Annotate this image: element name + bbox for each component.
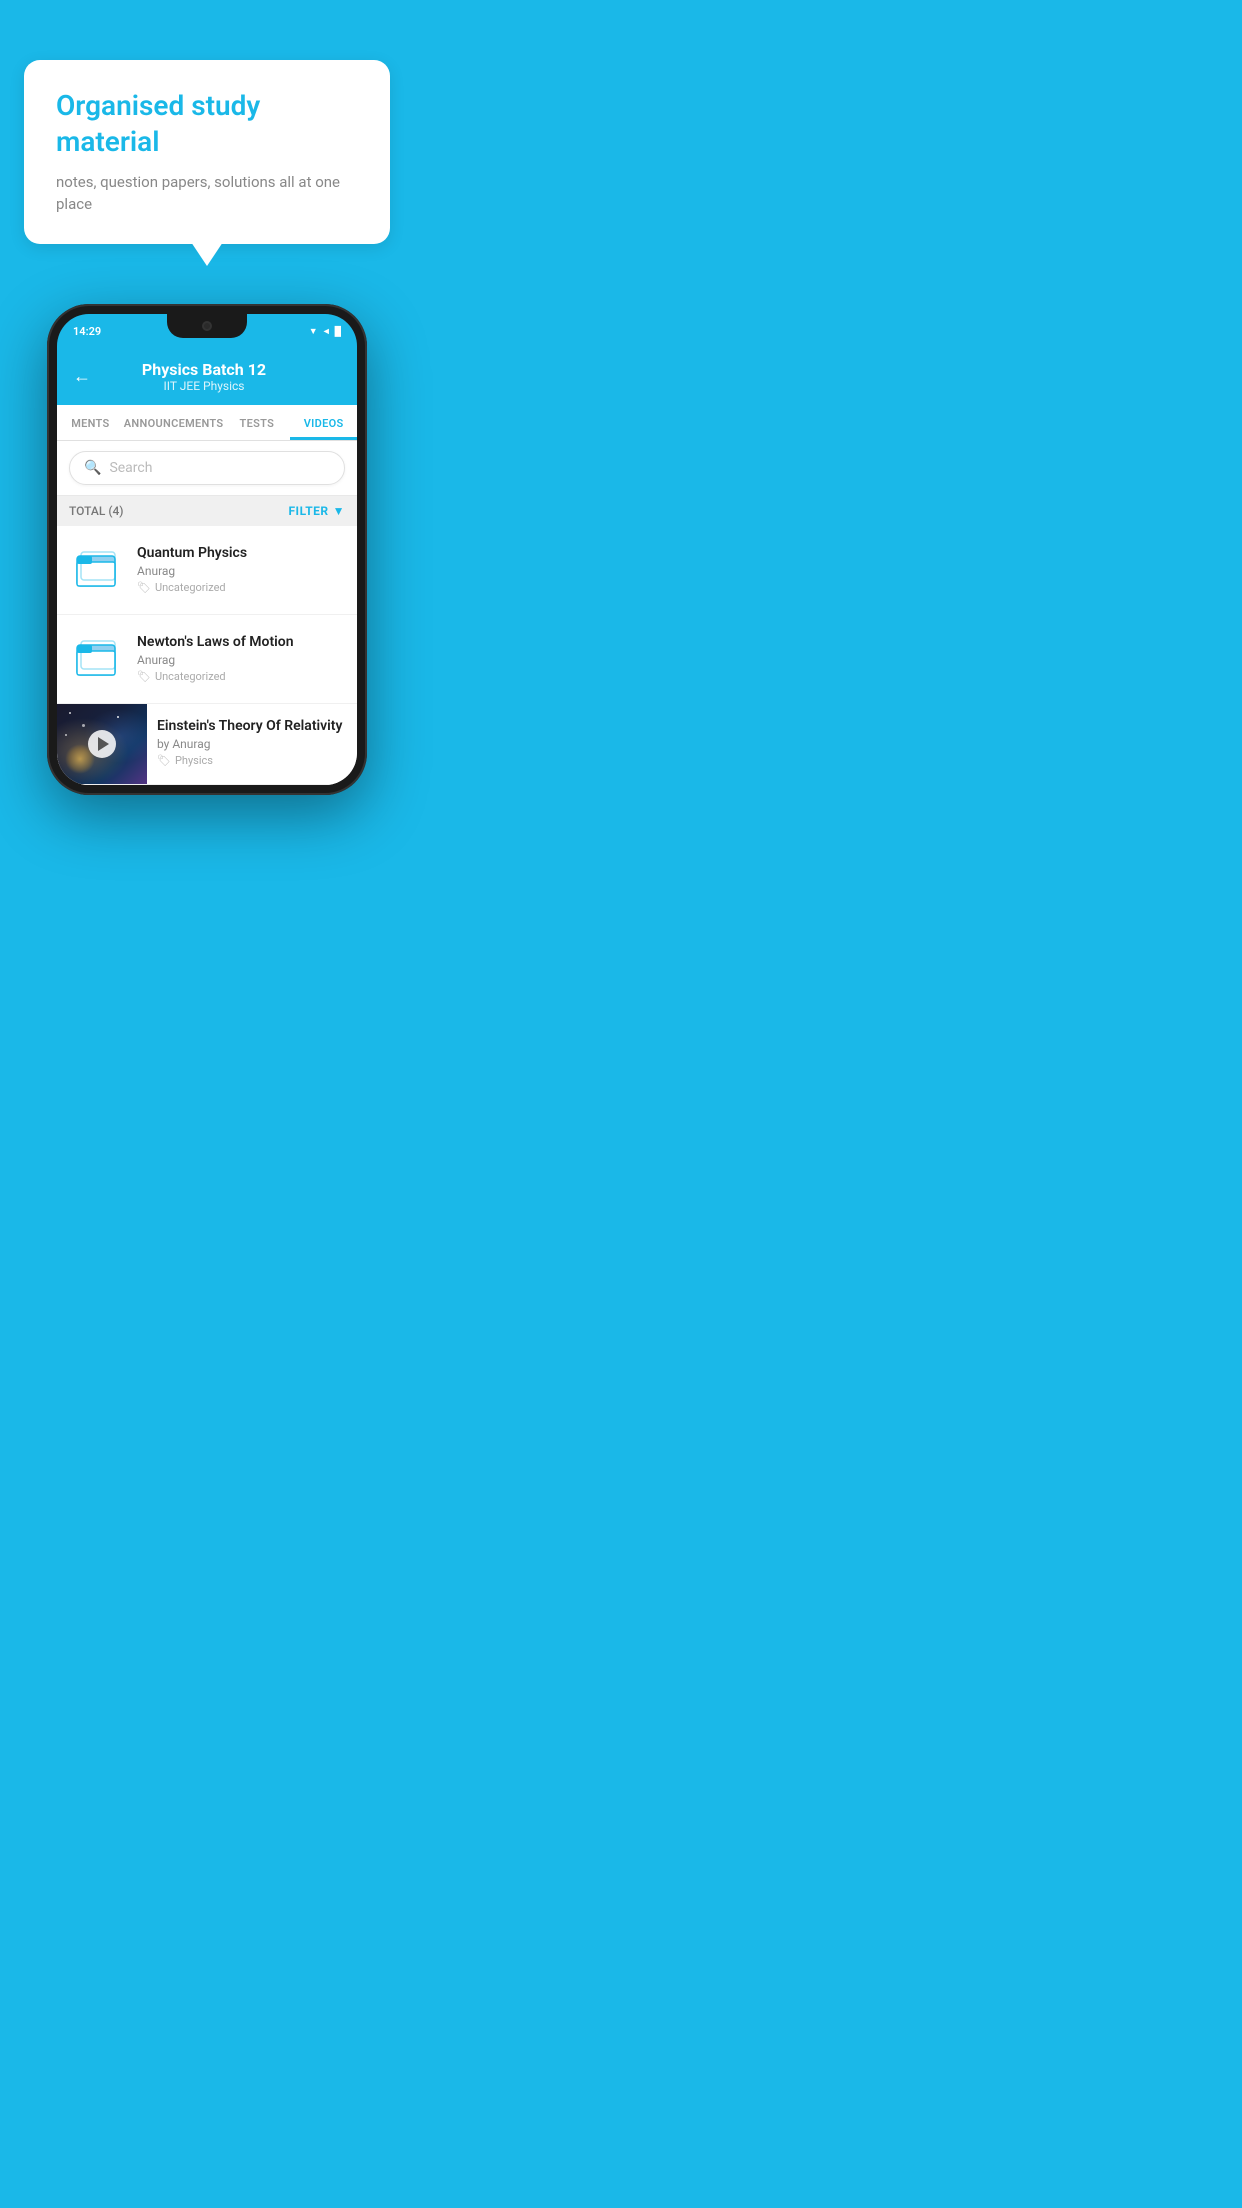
app-screen: ← Physics Batch 12 IIT JEE Physics MENTS… — [57, 350, 357, 785]
tag-icon: 🏷 — [157, 754, 171, 767]
list-item[interactable]: Quantum Physics Anurag 🏷 Uncategorized — [57, 526, 357, 615]
tag-label: Uncategorized — [155, 670, 226, 683]
search-placeholder: Search — [109, 460, 152, 476]
star-decoration — [117, 716, 119, 718]
wifi-icon: ▼ — [309, 326, 318, 337]
star-decoration — [65, 734, 67, 736]
video-tag: 🏷 Uncategorized — [137, 581, 345, 594]
list-item[interactable]: Einstein's Theory Of Relativity by Anura… — [57, 704, 357, 785]
tag-icon: 🏷 — [137, 670, 151, 683]
phone-mockup: 14:29 ▼ ◄ █ ← Physics Batch 12 IIT JEE P… — [47, 304, 367, 795]
signal-icon: ◄ — [322, 326, 331, 337]
video-info: Quantum Physics Anurag 🏷 Uncategorized — [137, 545, 345, 594]
video-title: Quantum Physics — [137, 545, 345, 561]
header-title: Physics Batch 12 — [103, 360, 305, 379]
folder-thumbnail — [69, 631, 125, 687]
tabs-bar: MENTS ANNOUNCEMENTS TESTS VIDEOS — [57, 405, 357, 441]
tab-videos[interactable]: VIDEOS — [290, 405, 357, 440]
battery-icon: █ — [335, 326, 341, 337]
video-tag: 🏷 Physics — [157, 754, 347, 767]
tab-announcements[interactable]: ANNOUNCEMENTS — [124, 405, 224, 440]
tag-icon: 🏷 — [137, 581, 151, 594]
filter-button[interactable]: FILTER ▼ — [288, 504, 345, 518]
promo-title: Organised study material — [56, 88, 358, 161]
tag-label: Physics — [175, 754, 213, 767]
search-input-wrapper[interactable]: 🔍 Search — [69, 451, 345, 485]
camera-icon — [202, 321, 212, 331]
video-tag: 🏷 Uncategorized — [137, 670, 345, 683]
video-info: Newton's Laws of Motion Anurag 🏷 Uncateg… — [137, 634, 345, 683]
filter-bar: TOTAL (4) FILTER ▼ — [57, 496, 357, 526]
status-icons: ▼ ◄ █ — [309, 326, 341, 337]
tag-label: Uncategorized — [155, 581, 226, 594]
search-container: 🔍 Search — [57, 441, 357, 496]
search-icon: 🔍 — [84, 460, 101, 476]
app-header: ← Physics Batch 12 IIT JEE Physics — [57, 350, 357, 405]
video-list: Quantum Physics Anurag 🏷 Uncategorized — [57, 526, 357, 785]
video-title: Newton's Laws of Motion — [137, 634, 345, 650]
speech-bubble: Organised study material notes, question… — [24, 60, 390, 244]
video-info: Einstein's Theory Of Relativity by Anura… — [147, 704, 357, 781]
tab-ments[interactable]: MENTS — [57, 405, 124, 440]
promo-section: Organised study material notes, question… — [0, 0, 414, 244]
list-item[interactable]: Newton's Laws of Motion Anurag 🏷 Uncateg… — [57, 615, 357, 704]
header-subtitle: IIT JEE Physics — [103, 379, 305, 393]
filter-label: FILTER — [288, 504, 328, 518]
folder-thumbnail — [69, 542, 125, 598]
header-title-group: Physics Batch 12 IIT JEE Physics — [103, 360, 305, 393]
star-decoration — [82, 724, 85, 727]
play-button[interactable] — [88, 730, 116, 758]
video-title: Einstein's Theory Of Relativity — [157, 718, 347, 734]
video-author: Anurag — [137, 653, 345, 667]
video-author: by Anurag — [157, 737, 347, 751]
star-decoration — [69, 712, 71, 714]
tab-tests[interactable]: TESTS — [223, 405, 290, 440]
total-count: TOTAL (4) — [69, 504, 123, 518]
back-button[interactable]: ← — [73, 366, 91, 387]
phone-outer: 14:29 ▼ ◄ █ ← Physics Batch 12 IIT JEE P… — [47, 304, 367, 795]
status-time: 14:29 — [73, 325, 101, 338]
video-author: Anurag — [137, 564, 345, 578]
filter-icon: ▼ — [333, 504, 345, 518]
promo-subtitle: notes, question papers, solutions all at… — [56, 171, 358, 216]
status-bar: 14:29 ▼ ◄ █ — [57, 314, 357, 350]
einstein-thumbnail — [57, 704, 147, 784]
play-icon — [98, 737, 109, 751]
phone-notch — [167, 314, 247, 338]
